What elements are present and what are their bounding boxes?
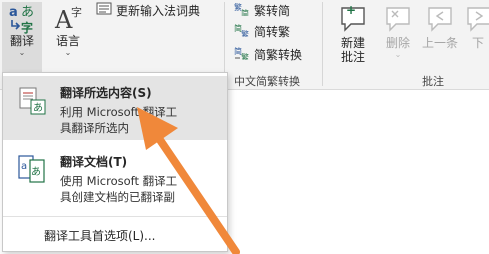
chinese-conversion-button[interactable]: 简 繁 简繁转换 <box>234 45 302 63</box>
chinese-conversion-icon: 简 繁 <box>234 46 250 63</box>
new-comment-label: 新建 批注 <box>340 36 365 64</box>
translate-label: 翻译 <box>9 34 34 48</box>
menu-item-translate-selection[interactable]: あ 翻译所选内容(S) 利用 Microsoft 翻译工 具翻译所选内 <box>3 76 227 140</box>
traditional-to-simplified-button[interactable]: 繁 简 繁转简 <box>234 1 290 19</box>
update-ime-dictionary-label: 更新输入法词典 <box>116 3 201 18</box>
menu-item-description-line2: 具翻译所选内 <box>60 121 129 135</box>
svg-text:a: a <box>21 161 27 172</box>
translate-dropdown-menu: あ 翻译所选内容(S) 利用 Microsoft 翻译工 具翻译所选内 a あ … <box>2 72 228 252</box>
group-separator <box>322 2 323 86</box>
language-button[interactable]: A 字 语言 ⌄ <box>50 2 86 58</box>
previous-comment-icon <box>420 2 460 36</box>
chinese-conversion-label: 简繁转换 <box>254 47 303 62</box>
svg-text:简: 简 <box>241 8 249 16</box>
comments-group-label: 批注 <box>422 75 444 88</box>
next-comment-label: 下 <box>471 36 484 50</box>
new-comment-button[interactable]: + 新建 批注 <box>332 2 374 64</box>
menu-divider <box>3 216 227 217</box>
chinese-conversion-group-label: 中文简繁转换 <box>234 75 300 88</box>
menu-item-translator-preferences[interactable]: 翻译工具首选项(L)... <box>44 227 156 244</box>
update-ime-dictionary-button[interactable]: 更新输入法词典 <box>96 1 200 19</box>
menu-item-title: 翻译所选内容(S) <box>60 86 152 100</box>
svg-text:あ: あ <box>21 5 34 20</box>
delete-comment-label: 删除 <box>385 36 410 50</box>
menu-item-description-line2: 具创建文档的已翻译副 <box>60 190 175 204</box>
chevron-down-icon: ⌄ <box>394 50 402 59</box>
delete-comment-icon <box>382 2 414 36</box>
translate-icon: a あ 字 <box>4 2 40 35</box>
previous-comment-button[interactable]: 上一条 <box>420 2 460 50</box>
svg-text:繁: 繁 <box>241 52 249 60</box>
traditional-to-simplified-label: 繁转简 <box>254 3 291 18</box>
svg-text:字: 字 <box>21 20 33 34</box>
new-comment-icon: + <box>332 2 374 36</box>
svg-text:繁: 繁 <box>241 29 249 37</box>
translate-button[interactable]: a あ 字 翻译 ⌄ <box>4 2 40 58</box>
translate-document-icon: a あ <box>17 153 47 189</box>
language-icon: A 字 <box>50 2 86 34</box>
menu-item-description-line1: 利用 Microsoft 翻译工 <box>60 105 178 119</box>
svg-text:あ: あ <box>31 166 41 178</box>
translate-selection-icon: あ <box>17 86 47 120</box>
next-comment-icon <box>464 2 489 36</box>
chevron-down-icon: ⌄ <box>64 48 72 57</box>
menu-item-description-line1: 使用 Microsoft 翻译工 <box>60 174 178 188</box>
chevron-down-icon: ⌄ <box>18 48 26 57</box>
update-dictionary-icon <box>96 2 112 19</box>
svg-text:a: a <box>9 5 18 20</box>
menu-item-translate-document[interactable]: a あ 翻译文档(T) 使用 Microsoft 翻译工 具创建文档的已翻译副 <box>3 145 227 209</box>
language-label: 语言 <box>55 34 80 48</box>
simplified-to-traditional-button[interactable]: 简 繁 简转繁 <box>234 22 290 40</box>
traditional-to-simplified-icon: 繁 简 <box>234 2 250 19</box>
svg-text:あ: あ <box>33 102 43 114</box>
simplified-to-traditional-icon: 简 繁 <box>234 23 250 40</box>
svg-text:字: 字 <box>71 5 82 19</box>
menu-item-title: 翻译文档(T) <box>60 155 128 169</box>
svg-text:+: + <box>346 3 356 17</box>
simplified-to-traditional-label: 简转繁 <box>254 24 291 39</box>
next-comment-button[interactable]: 下 <box>464 2 489 50</box>
previous-comment-label: 上一条 <box>421 36 458 50</box>
delete-comment-button[interactable]: 删除 ⌄ <box>382 2 414 60</box>
